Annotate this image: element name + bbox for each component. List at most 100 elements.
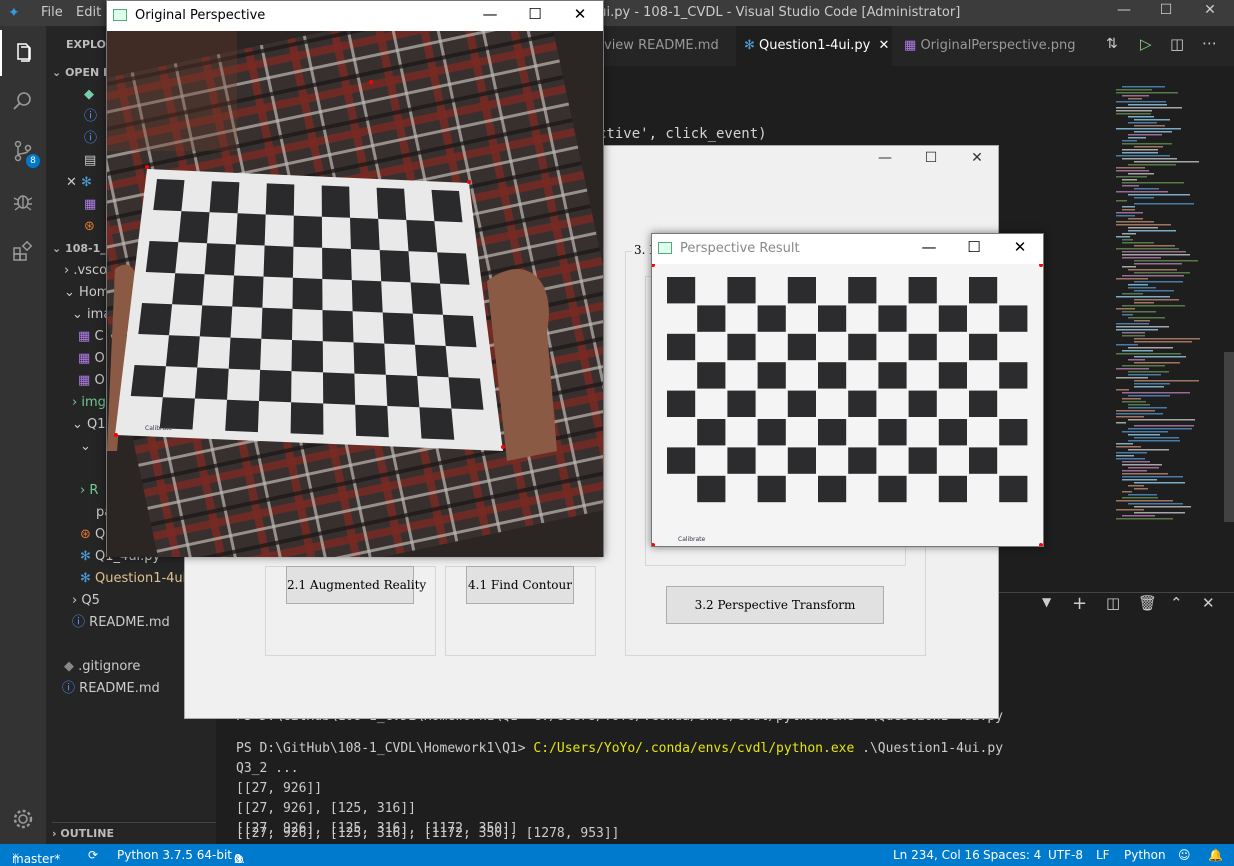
original-maximize-icon[interactable]: ☐ xyxy=(520,5,550,23)
tree-label: img xyxy=(81,395,106,410)
maximize-panel-icon[interactable]: ⌃ xyxy=(1170,594,1183,612)
original-minimize-icon[interactable]: — xyxy=(475,5,505,23)
chess-square xyxy=(165,335,200,368)
chevron-right-icon: › xyxy=(64,263,70,278)
chess-square xyxy=(969,390,998,417)
tab-original-perspective[interactable]: ▦ OriginalPerspective.png xyxy=(896,26,1086,66)
chess-square xyxy=(818,362,847,389)
python-interpreter[interactable]: Python 3.7.5 64-bit xyxy=(117,848,232,862)
tab-label: OriginalPerspective.png xyxy=(920,38,1076,53)
qt-maximize-icon[interactable]: ☐ xyxy=(919,150,943,170)
indentation[interactable]: Spaces: 4 xyxy=(983,848,1041,862)
close-icon[interactable]: ✕ xyxy=(66,175,77,190)
tree-label: C xyxy=(94,329,104,344)
chess-square xyxy=(908,333,937,361)
menu-file[interactable]: File xyxy=(41,5,63,20)
search-icon[interactable] xyxy=(0,78,46,124)
find-contour-button[interactable]: 4.1 Find Contour xyxy=(466,566,574,604)
chess-square xyxy=(818,419,847,446)
chevron-down-icon: ⌄ xyxy=(72,417,83,432)
menu-edit[interactable]: Edit xyxy=(76,5,101,20)
perspective-result-window[interactable]: Perspective Result — ☐ ✕ Calibrate xyxy=(651,233,1044,547)
result-board-brand: Calibrate xyxy=(678,536,706,543)
chess-square xyxy=(787,390,816,417)
chess-square xyxy=(938,419,967,446)
python-icon: ✻ xyxy=(80,571,91,586)
new-terminal-icon[interactable]: + xyxy=(1072,593,1087,614)
chess-square xyxy=(878,362,907,389)
image-icon: ▦ xyxy=(78,351,91,366)
tab-question1-4ui[interactable]: ✻ Question1-4ui.py ✕ xyxy=(736,26,892,66)
feedback-smiley-icon[interactable]: ☺ xyxy=(1178,848,1191,862)
eol[interactable]: LF xyxy=(1096,848,1110,862)
chess-square xyxy=(178,211,210,244)
chess-square xyxy=(232,275,264,308)
info-icon: ⓘ xyxy=(62,681,76,696)
minimap-preview xyxy=(1116,86,1234,522)
split-editor-icon[interactable]: ◫ xyxy=(1170,35,1184,53)
chess-square xyxy=(667,277,696,304)
notification-bell-icon[interactable]: 🔔 xyxy=(1208,848,1223,862)
qt-minimize-icon[interactable]: — xyxy=(873,150,897,170)
chess-square xyxy=(999,475,1028,503)
chess-square xyxy=(228,337,262,370)
outline-section[interactable]: › OUTLINE xyxy=(52,822,222,844)
cursor-position[interactable]: Ln 234, Col 16 xyxy=(893,848,980,862)
tab-readme-preview[interactable]: view README.md xyxy=(596,26,736,66)
tree-label: .gitignore xyxy=(78,659,141,674)
perspective-transform-button[interactable]: 3.2 Perspective Transform xyxy=(666,586,884,624)
result-minimize-icon[interactable]: — xyxy=(914,238,944,256)
compare-changes-icon[interactable]: ⇅ xyxy=(1106,36,1118,52)
chess-square xyxy=(818,475,847,503)
minimap[interactable] xyxy=(1112,80,1234,526)
chess-square xyxy=(908,277,937,304)
encoding[interactable]: UTF-8 xyxy=(1048,848,1083,862)
qt-close-icon[interactable]: ✕ xyxy=(965,150,989,170)
chess-square xyxy=(938,475,967,503)
chess-square xyxy=(322,310,354,343)
image-icon: ▦ xyxy=(78,373,91,388)
minimize-icon[interactable]: — xyxy=(1104,2,1144,24)
split-terminal-icon[interactable]: ◫ xyxy=(1106,594,1120,612)
original-close-icon[interactable]: ✕ xyxy=(565,5,595,23)
debug-icon[interactable] xyxy=(0,178,46,224)
tree-label: .vsco xyxy=(73,263,108,278)
close-panel-icon[interactable]: ✕ xyxy=(1202,594,1215,612)
result-close-icon[interactable]: ✕ xyxy=(1005,238,1035,256)
terminal-line: PS D:\GitHub\108-1_CVDL\Homework1\Q1> C:… xyxy=(236,741,1003,756)
sync-icon[interactable]: ⟳ xyxy=(88,848,98,862)
chess-square xyxy=(848,277,877,304)
chess-square xyxy=(130,365,166,398)
chess-square xyxy=(153,179,185,212)
settings-gear-icon[interactable] xyxy=(0,796,46,842)
extensions-icon[interactable] xyxy=(0,228,46,274)
chess-square xyxy=(697,305,726,332)
more-actions-icon[interactable]: ⋯ xyxy=(1202,34,1217,52)
terminal-dropdown-chevron-icon[interactable]: ▼ xyxy=(1042,595,1051,609)
window-title: 4ui.py - 108-1_CVDL - Visual Studio Code… xyxy=(590,5,961,20)
chess-square xyxy=(878,475,907,503)
outline-label: OUTLINE xyxy=(60,827,114,840)
camera-photo-chessboard[interactable] xyxy=(107,31,603,557)
chess-square xyxy=(697,419,726,446)
augmented-reality-button[interactable]: 2.1 Augmented Reality xyxy=(286,566,426,604)
trash-icon[interactable]: 🗑 xyxy=(1138,594,1157,612)
source-control-icon[interactable]: 8 xyxy=(0,128,46,174)
chess-square xyxy=(225,399,259,433)
chess-square xyxy=(848,333,877,361)
language-mode[interactable]: Python xyxy=(1124,848,1166,862)
chess-square xyxy=(376,187,407,220)
close-icon[interactable]: ✕ xyxy=(879,38,890,53)
chevron-right-icon: › xyxy=(52,827,57,840)
explorer-icon[interactable] xyxy=(0,30,46,76)
close-icon[interactable]: ✕ xyxy=(1190,2,1230,24)
run-icon[interactable]: ▷ xyxy=(1140,35,1152,53)
original-perspective-window[interactable]: Original Perspective — ☐ ✕ Calibrate xyxy=(106,0,604,557)
chess-square xyxy=(431,189,463,223)
maximize-icon[interactable]: ☐ xyxy=(1146,2,1186,24)
tree-label: Q5 xyxy=(81,593,100,608)
chess-square xyxy=(999,305,1028,332)
original-window-title: Original Perspective xyxy=(135,8,266,23)
result-maximize-icon[interactable]: ☐ xyxy=(959,238,989,256)
chess-square xyxy=(848,447,877,474)
